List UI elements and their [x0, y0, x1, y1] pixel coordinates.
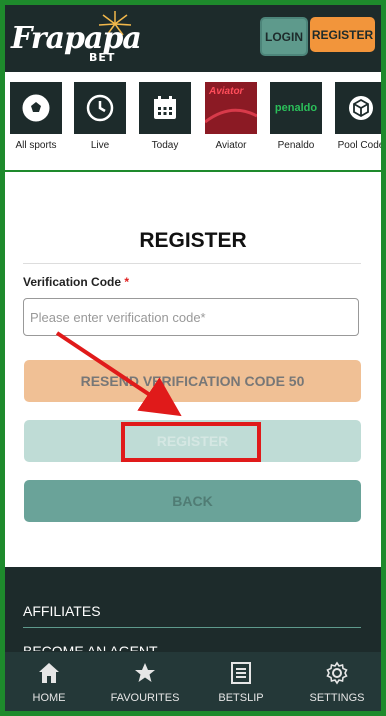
verification-code-label: Verification Code *: [23, 275, 129, 289]
aviator-thumbnail: Aviator: [205, 82, 257, 134]
top-header: Frapapa BET LOGIN REGISTER: [5, 5, 381, 72]
category-label: Pool Code: [337, 140, 385, 151]
annotation-highlight-box: [121, 422, 261, 462]
penaldo-thumbnail: penaldo: [270, 82, 322, 134]
category-today[interactable]: Today: [137, 82, 193, 151]
required-mark: *: [124, 275, 130, 289]
field-label-text: Verification Code: [23, 275, 122, 289]
brand-logo[interactable]: Frapapa BET: [11, 11, 151, 70]
category-strip: All sports Live Today Aviator Aviator pe…: [5, 72, 381, 162]
home-icon: [9, 660, 89, 686]
nav-label: SETTINGS: [309, 692, 365, 704]
category-live[interactable]: Live: [72, 82, 128, 151]
nav-label: BETSLIP: [218, 692, 264, 704]
nav-home[interactable]: HOME: [9, 660, 89, 704]
login-button[interactable]: LOGIN: [260, 17, 308, 56]
nav-favourites[interactable]: FAVOURITES: [105, 660, 185, 704]
page-title: REGISTER: [139, 229, 247, 252]
cube-icon: [335, 82, 381, 134]
title-divider: [23, 263, 361, 264]
app-frame: Frapapa BET LOGIN REGISTER All sports Li…: [0, 0, 386, 716]
category-all-sports[interactable]: All sports: [8, 82, 64, 151]
nav-betslip[interactable]: BETSLIP: [201, 660, 281, 704]
category-label: Today: [151, 140, 179, 151]
category-pool-code[interactable]: Pool Code: [333, 82, 385, 151]
betslip-icon: [201, 660, 281, 686]
divider: [5, 170, 381, 172]
category-label: All sports: [15, 140, 57, 151]
verification-code-input[interactable]: [23, 298, 359, 336]
nav-label: HOME: [32, 692, 66, 704]
star-icon: [105, 660, 185, 686]
gear-icon: [297, 660, 377, 686]
resend-code-button[interactable]: RESEND VERIFICATION CODE 50: [24, 360, 361, 402]
nav-label: FAVOURITES: [110, 692, 180, 704]
back-button[interactable]: BACK: [24, 480, 361, 522]
footer-divider: [23, 627, 361, 628]
footer-link-affiliates[interactable]: AFFILIATES: [23, 603, 101, 619]
category-penaldo[interactable]: penaldo Penaldo: [268, 82, 324, 151]
aviator-art-text: Aviator: [208, 86, 245, 97]
category-label: Live: [90, 140, 110, 151]
bottom-navigation: HOME FAVOURITES BETSLIP SETTINGS: [5, 651, 381, 711]
logo-text: Frapapa: [11, 21, 142, 56]
clock-icon: [74, 82, 126, 134]
category-label: Penaldo: [277, 140, 315, 151]
logo-sub: BET: [89, 51, 116, 64]
calendar-icon: [139, 82, 191, 134]
nav-settings[interactable]: SETTINGS: [297, 660, 377, 704]
category-label: Aviator: [215, 140, 247, 151]
soccer-ball-icon: [10, 82, 62, 134]
register-header-button[interactable]: REGISTER: [310, 17, 375, 52]
penaldo-art-text: penaldo: [274, 102, 318, 114]
category-aviator[interactable]: Aviator Aviator: [203, 82, 259, 151]
